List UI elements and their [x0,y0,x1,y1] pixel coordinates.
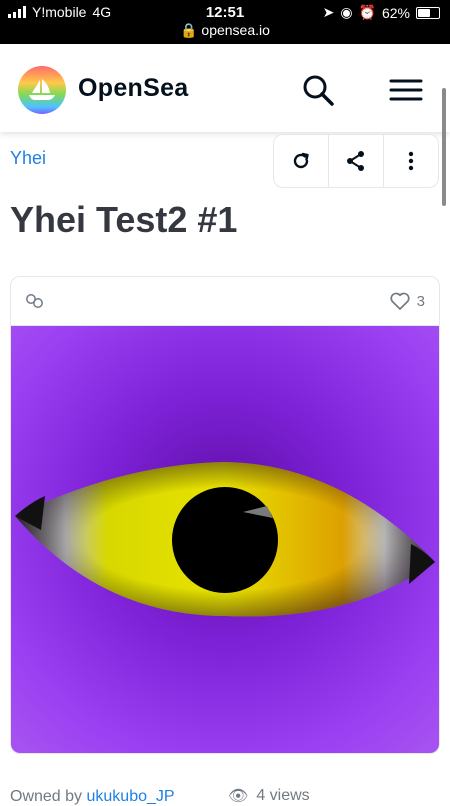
item-actions [273,134,439,188]
owner-info: Owned by ukukubo_JP [10,788,175,806]
chain-link-icon [26,294,43,308]
status-bar: Y!mobile 4G 12:51 🔒 opensea.io ➤ ◉ ⏰ 62% [0,0,450,44]
location-arrow-icon: ➤ [322,4,335,20]
menu-button[interactable] [386,74,426,106]
alarm-icon: ⏰ [358,4,376,20]
search-button[interactable] [300,72,336,108]
owner-link[interactable]: ukukubo_JP [87,788,175,805]
more-options-button[interactable] [384,135,438,187]
battery-icon [416,6,440,19]
scroll-indicator[interactable] [442,88,446,206]
eye-icon: 👁 [228,788,249,805]
share-button[interactable] [329,135,384,187]
view-count: 4 views [256,787,310,804]
card-header: 3 [11,277,439,326]
more-icon [408,151,414,171]
address-url: opensea.io [201,22,270,38]
owned-by-label: Owned by [10,788,83,805]
heart-icon [390,292,410,310]
refresh-button[interactable] [274,135,329,187]
search-icon [303,75,334,106]
nft-image[interactable] [11,326,439,754]
battery-percent: 62% [381,4,410,21]
refresh-icon [293,152,309,169]
site-header: OpenSea [0,44,450,132]
item-title: Yhei Test2 #1 [10,199,238,240]
opensea-logo[interactable] [18,66,66,114]
lock-icon: 🔒 [180,22,198,38]
share-icon [347,151,364,171]
favorite-button[interactable]: 3 [389,291,425,311]
nft-card: 3 [10,276,440,754]
lock-rotation-icon: ◉ [340,4,353,20]
favorite-count: 3 [416,292,425,310]
address-bar[interactable]: 🔒 opensea.io [0,22,450,39]
sailboat-icon [29,79,55,100]
views-info: 👁 4 views [228,786,310,806]
collection-link[interactable]: Yhei [10,148,46,169]
hamburger-menu-icon [389,79,423,101]
brand-name[interactable]: OpenSea [78,74,188,103]
status-icons: ➤ ◉ ⏰ 62% [323,4,440,21]
